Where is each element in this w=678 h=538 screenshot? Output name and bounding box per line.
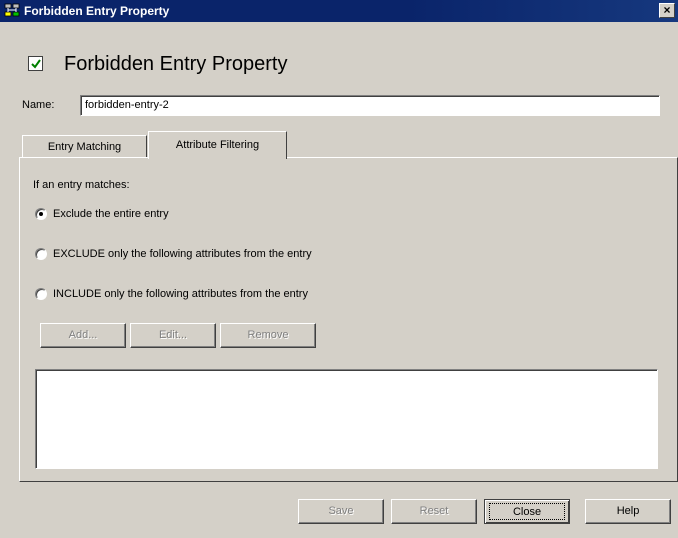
radio-button[interactable]	[35, 288, 47, 300]
save-button[interactable]: Save	[298, 499, 384, 524]
radio-button[interactable]	[35, 248, 47, 260]
add-button[interactable]: Add...	[40, 323, 126, 348]
page-title: Forbidden Entry Property	[64, 53, 288, 75]
dialog-window: Forbidden Entry Property × Forbidden Ent…	[0, 0, 678, 538]
radio-button[interactable]	[35, 208, 47, 220]
close-button[interactable]: Close	[484, 499, 570, 524]
close-button-label: Close	[489, 503, 565, 520]
close-icon: ×	[663, 3, 671, 17]
close-window-button[interactable]: ×	[659, 3, 675, 18]
edit-button[interactable]: Edit...	[130, 323, 216, 348]
header-checkbox	[28, 56, 43, 71]
attribute-list[interactable]	[35, 369, 658, 469]
radio-label: INCLUDE only the following attributes fr…	[53, 288, 308, 300]
window-title: Forbidden Entry Property	[24, 4, 170, 18]
tab-entry-matching[interactable]: Entry Matching	[22, 135, 147, 159]
radio-label: EXCLUDE only the following attributes fr…	[53, 248, 312, 260]
intro-label: If an entry matches:	[33, 179, 130, 191]
name-input[interactable]: forbidden-entry-2	[80, 95, 660, 116]
name-label: Name:	[22, 99, 55, 111]
reset-button[interactable]: Reset	[391, 499, 477, 524]
radio-label: Exclude the entire entry	[53, 208, 169, 220]
network-tree-icon	[4, 3, 20, 19]
check-icon	[31, 59, 41, 69]
title-bar[interactable]: Forbidden Entry Property ×	[0, 0, 678, 22]
tab-attribute-filtering[interactable]: Attribute Filtering	[148, 131, 287, 159]
help-button[interactable]: Help	[585, 499, 671, 524]
remove-button[interactable]: Remove	[220, 323, 316, 348]
